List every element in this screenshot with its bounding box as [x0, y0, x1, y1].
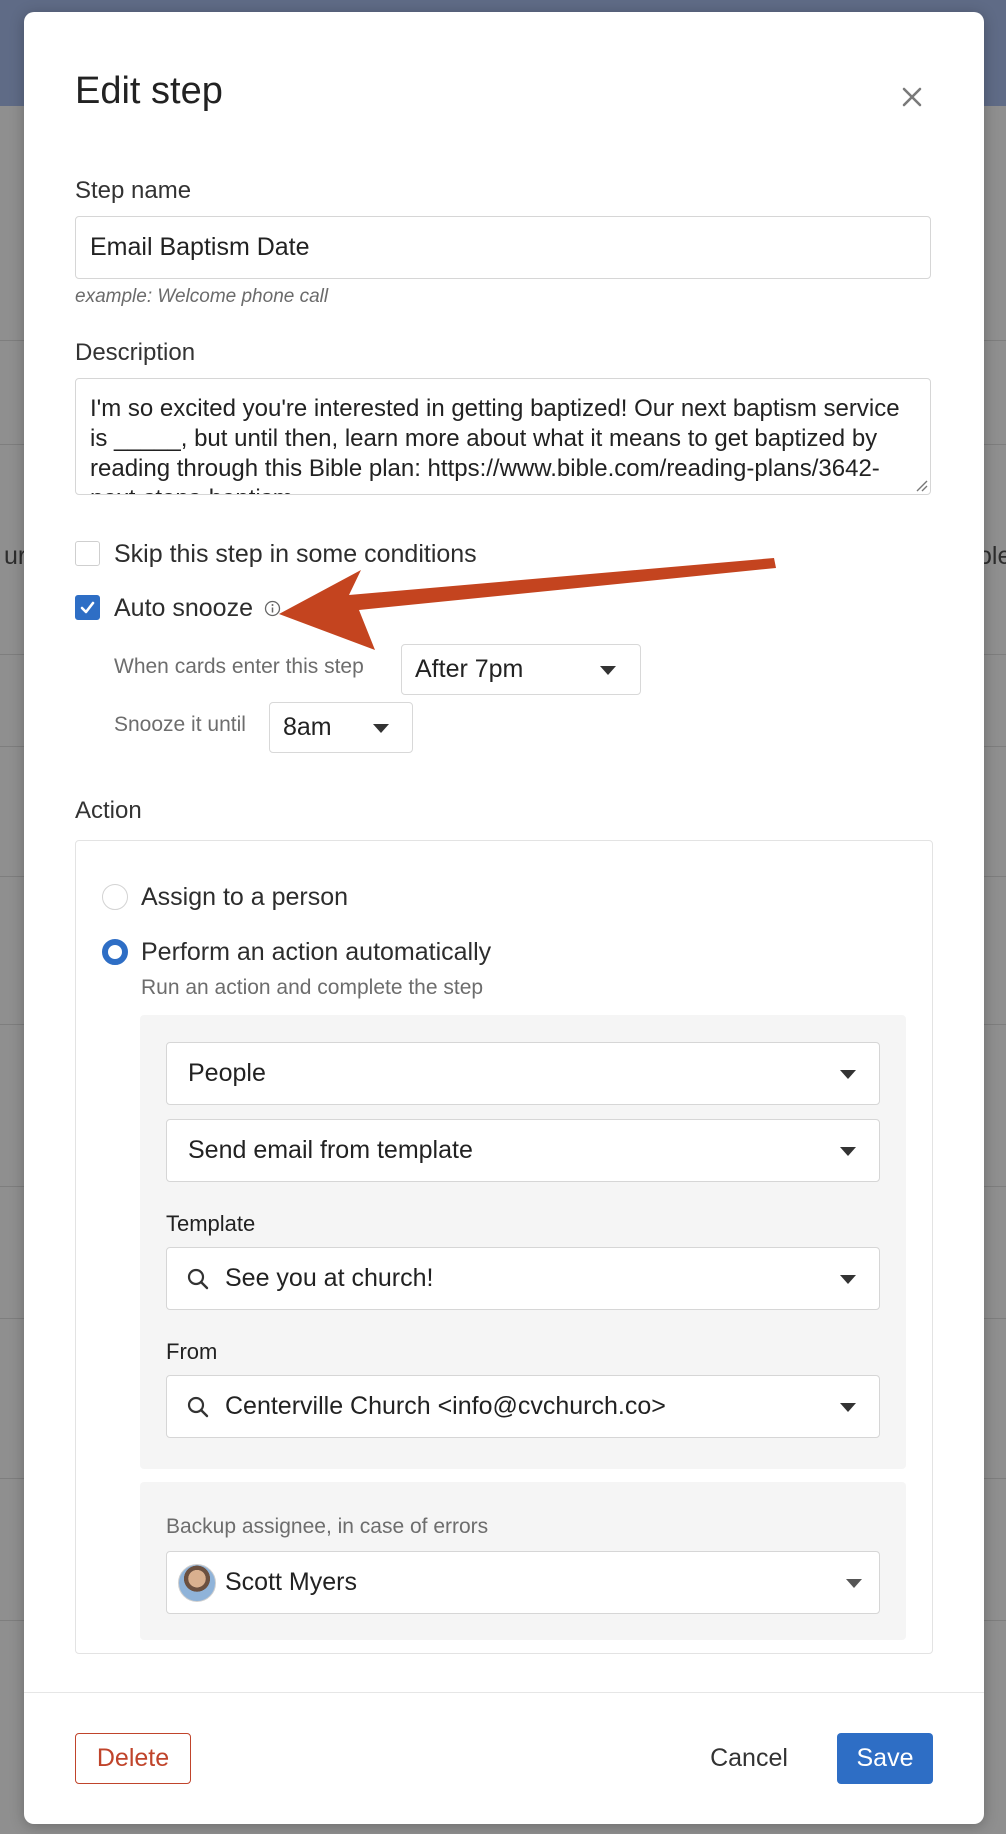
chevron-down-icon: [840, 1147, 856, 1156]
backup-assignee-select[interactable]: Scott Myers: [166, 1551, 880, 1614]
resize-handle-icon[interactable]: [912, 476, 928, 492]
perform-action-radio[interactable]: [102, 939, 128, 965]
description-label: Description: [75, 339, 196, 366]
skip-step-checkbox[interactable]: [75, 541, 100, 566]
assign-person-radio[interactable]: [102, 884, 128, 910]
step-name-label: Step name: [75, 177, 192, 204]
backup-assignee-label: Backup assignee, in case of errors: [166, 1515, 489, 1538]
perform-action-description: Run an action and complete the step: [141, 976, 484, 999]
template-select[interactable]: See you at church!: [166, 1247, 880, 1310]
chevron-down-icon: [846, 1579, 862, 1588]
annotation-arrow-icon: [279, 558, 776, 650]
action-type-value: Send email from template: [188, 1136, 473, 1164]
from-value: Centerville Church <info@cvchurch.co>: [225, 1392, 666, 1420]
perform-action-label[interactable]: Perform an action automatically: [141, 938, 491, 967]
action-label: Action: [75, 797, 142, 824]
auto-snooze-label[interactable]: Auto snooze: [114, 594, 253, 623]
assign-person-label[interactable]: Assign to a person: [141, 883, 348, 912]
snooze-until-value: 8am: [283, 713, 332, 741]
description-value: I'm so excited you're interested in gett…: [90, 395, 900, 494]
save-button[interactable]: Save: [837, 1733, 933, 1784]
auto-snooze-checkbox[interactable]: [75, 595, 100, 620]
chevron-down-icon: [600, 666, 616, 675]
close-icon[interactable]: [899, 84, 925, 110]
action-category-select[interactable]: People: [166, 1042, 880, 1105]
step-name-hint: example: Welcome phone call: [75, 286, 329, 307]
checkmark-icon: [80, 601, 95, 614]
template-label: Template: [166, 1211, 256, 1236]
action-type-select[interactable]: Send email from template: [166, 1119, 880, 1182]
snooze-until-select[interactable]: 8am: [269, 702, 413, 753]
chevron-down-icon: [373, 724, 389, 733]
action-category-value: People: [188, 1059, 266, 1087]
edit-step-modal: Edit step Step name Email Baptism Date e…: [24, 12, 984, 1824]
from-select[interactable]: Centerville Church <info@cvchurch.co>: [166, 1375, 880, 1438]
backup-assignee-value: Scott Myers: [225, 1568, 357, 1596]
step-name-input[interactable]: Email Baptism Date: [75, 216, 931, 279]
from-label: From: [166, 1339, 218, 1364]
search-icon: [187, 1396, 209, 1418]
cancel-button[interactable]: Cancel: [694, 1733, 804, 1784]
modal-title: Edit step: [75, 70, 223, 112]
delete-button[interactable]: Delete: [75, 1733, 191, 1784]
avatar: [178, 1564, 216, 1602]
description-textarea[interactable]: I'm so excited you're interested in gett…: [75, 378, 931, 495]
step-name-value: Email Baptism Date: [90, 233, 310, 261]
footer-divider: [24, 1692, 984, 1693]
snooze-until-label: Snooze it until: [114, 713, 246, 736]
chevron-down-icon: [840, 1403, 856, 1412]
template-value: See you at church!: [225, 1264, 434, 1292]
background-text-left: ur: [4, 542, 27, 570]
search-icon: [187, 1268, 209, 1290]
chevron-down-icon: [840, 1275, 856, 1284]
chevron-down-icon: [840, 1070, 856, 1079]
